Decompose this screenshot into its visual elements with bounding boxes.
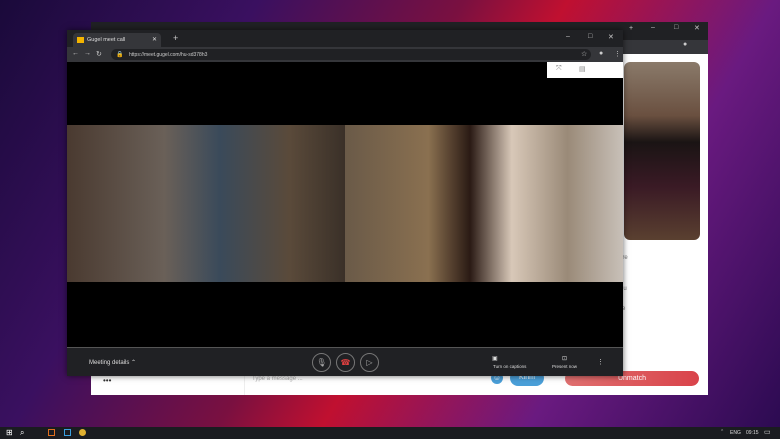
tray-chevron-icon[interactable]: ⌃ [720,429,724,435]
menu-icon[interactable]: ⋮ [614,50,621,58]
maximize-icon[interactable]: □ [588,33,592,40]
pin-icon[interactable]: ⤧ [556,65,562,73]
notification-icon[interactable]: ▭ [764,428,771,436]
language-indicator[interactable]: ENG [730,430,741,436]
captions-button[interactable]: Turn on captions [493,364,526,369]
forward-icon[interactable]: → [84,50,91,57]
new-tab-icon[interactable]: + [629,25,633,32]
meeting-details-label: Meeting details [89,360,130,366]
camera-button[interactable]: ▷ [360,353,379,372]
profile-photo [624,62,700,240]
maximize-icon[interactable]: □ [674,24,678,31]
reload-icon[interactable]: ↻ [96,50,102,58]
participant-video-1 [67,125,345,282]
clock[interactable]: 09:15 [746,430,759,436]
bookmark-star-icon[interactable]: ☆ [581,50,587,58]
new-tab-button[interactable]: + [173,33,178,43]
search-icon[interactable]: ⌕ [20,428,24,438]
video-feed [67,125,623,282]
tab-meet[interactable]: Gugel meet call ✕ [73,33,161,47]
meeting-details-button[interactable]: Meeting details ⌃ [89,359,136,366]
minimize-icon[interactable]: – [651,24,655,31]
call-control-bar: Meeting details ⌃ 🎙 ☎ ▷ ▣ Turn on captio… [67,347,623,376]
close-icon[interactable]: ✕ [694,24,700,32]
chevron-up-icon: ⌃ [131,360,137,366]
more-options-icon[interactable]: ⋮ [597,358,604,366]
profile-icon[interactable]: ● [683,41,687,48]
url-input[interactable]: 🔒 https://meet.gugel.com/hu-sd378h3 [111,49,591,60]
minimize-icon[interactable]: – [566,33,570,40]
participant-video-2 [345,125,623,282]
meet-favicon-icon [77,37,84,43]
captions-icon: ▣ [492,356,498,362]
chat-icon[interactable]: ▤ [579,65,586,73]
app-icon[interactable] [64,429,71,436]
taskbar: ⊞ ⌕ ⌃ ENG 09:15 ▭ [0,427,780,439]
meet-browser-window: Gugel meet call ✕ + – □ ✕ ← → ↻ 🔒 https:/… [67,30,623,376]
profile-icon[interactable]: ● [599,50,603,57]
url-text: https://meet.gugel.com/hu-sd378h3 [129,52,208,58]
address-bar-row: ← → ↻ 🔒 https://meet.gugel.com/hu-sd378h3… [67,47,623,62]
more-options[interactable]: ••• [103,376,111,385]
self-view-controls: ⤧ ▤ [547,62,623,78]
present-button[interactable]: Present now [552,364,577,369]
present-icon: ⊡ [562,356,568,362]
windows-start-icon[interactable]: ⊞ [6,428,13,437]
hang-up-button[interactable]: ☎ [336,353,355,372]
message-input[interactable]: Type a message ... [252,376,303,382]
tab-close-icon[interactable]: ✕ [152,36,157,43]
lock-icon: 🔒 [116,52,124,58]
chrome-icon[interactable] [79,429,86,436]
microphone-button[interactable]: 🎙 [312,353,331,372]
app-icon[interactable] [48,429,55,436]
close-icon[interactable]: ✕ [608,33,614,41]
back-icon[interactable]: ← [72,50,79,57]
tab-bar: Gugel meet call ✕ + – □ ✕ [67,30,623,47]
tab-title: Gugel meet call [87,37,126,43]
